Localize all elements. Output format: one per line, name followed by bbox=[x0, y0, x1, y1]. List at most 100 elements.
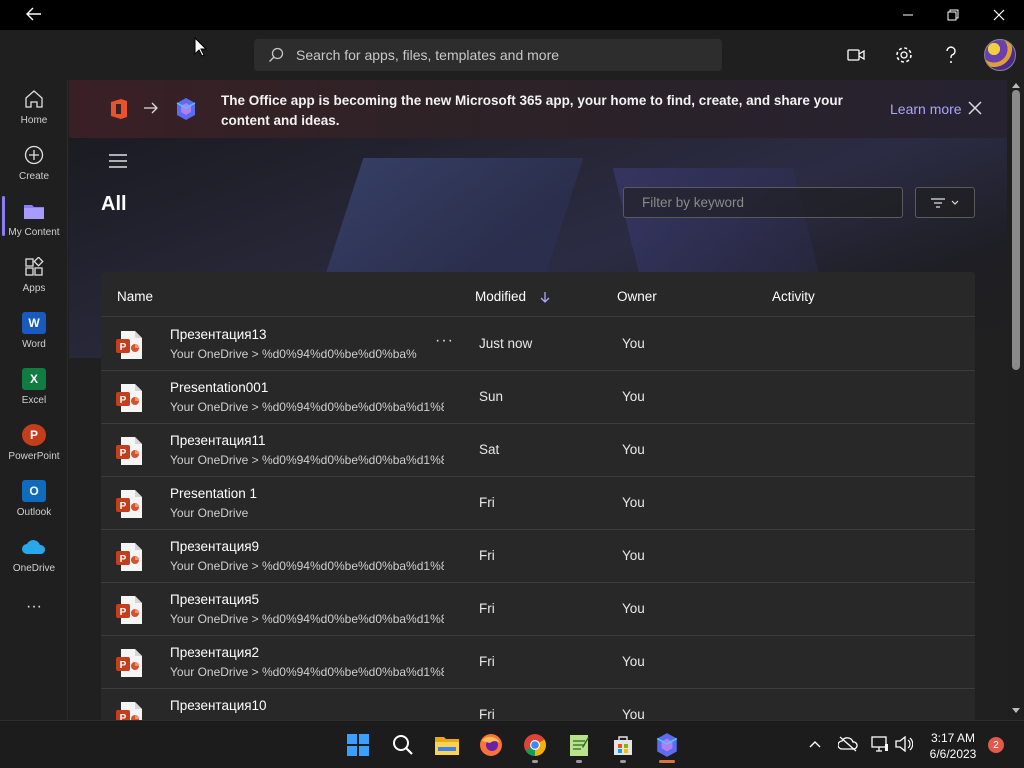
sidebar-item-label: Home bbox=[20, 115, 48, 126]
file-name[interactable]: Презентация10 bbox=[170, 698, 267, 713]
running-indicator bbox=[620, 760, 626, 763]
file-modified: Sat bbox=[479, 442, 500, 457]
filter-keyword-input[interactable]: Filter by keyword bbox=[623, 187, 903, 218]
close-window-button[interactable] bbox=[976, 0, 1022, 30]
table-row[interactable]: P Презентация13 Your OneDrive > %d0%94%d… bbox=[101, 318, 975, 371]
question-mark-icon bbox=[946, 46, 956, 63]
firefox-icon bbox=[480, 734, 502, 756]
chevron-up-icon[interactable] bbox=[809, 740, 821, 748]
sidebar-item-label: My Content bbox=[8, 227, 60, 238]
table-row[interactable]: P Презентация10 Fri You bbox=[101, 689, 975, 720]
sidebar-more-button[interactable]: ··· bbox=[0, 596, 68, 652]
back-button[interactable] bbox=[20, 0, 48, 28]
office-logo-icon bbox=[111, 99, 127, 119]
file-modified: Fri bbox=[479, 495, 495, 510]
mouse-cursor-icon bbox=[194, 37, 208, 57]
windows-logo-icon bbox=[347, 734, 369, 756]
clock-date: 6/6/2023 bbox=[929, 747, 977, 761]
minimize-button[interactable] bbox=[885, 0, 931, 30]
scrollbar[interactable] bbox=[1008, 80, 1024, 720]
sidebar-item-apps[interactable]: Apps bbox=[0, 248, 68, 304]
chrome-button[interactable] bbox=[521, 731, 549, 759]
file-name[interactable]: Презентация13 bbox=[170, 327, 267, 342]
help-button[interactable] bbox=[936, 40, 966, 70]
file-name[interactable]: Presentation 1 bbox=[170, 486, 257, 501]
file-modified: Just now bbox=[479, 336, 533, 351]
table-row[interactable]: P Presentation 1 Your OneDrive Fri You bbox=[101, 477, 975, 530]
search-icon bbox=[269, 47, 284, 62]
column-header-owner[interactable]: Owner bbox=[617, 289, 657, 304]
learn-more-link[interactable]: Learn more bbox=[890, 101, 962, 117]
powerpoint-file-icon: P bbox=[116, 596, 142, 624]
file-path: Your OneDrive bbox=[170, 506, 249, 520]
sidebar-item-word[interactable]: W Word bbox=[0, 304, 68, 360]
file-modified: Fri bbox=[479, 654, 495, 669]
table-row[interactable]: P Презентация9 Your OneDrive > %d0%94%d0… bbox=[101, 530, 975, 583]
more-icon: ··· bbox=[26, 598, 42, 615]
table-row[interactable]: P Презентация2 Your OneDrive > %d0%94%d0… bbox=[101, 636, 975, 689]
close-banner-icon[interactable] bbox=[967, 100, 983, 116]
file-name[interactable]: Presentation001 bbox=[170, 380, 268, 395]
search-input[interactable]: Search for apps, files, templates and mo… bbox=[296, 47, 559, 63]
scroll-up-arrow-icon[interactable] bbox=[1012, 82, 1020, 88]
powerpoint-file-icon: P bbox=[116, 384, 142, 412]
file-name[interactable]: Презентация5 bbox=[170, 592, 259, 607]
sidebar-item-onedrive[interactable]: OneDrive bbox=[0, 528, 68, 584]
microsoft-365-logo-icon bbox=[176, 98, 196, 120]
volume-icon[interactable] bbox=[895, 736, 913, 752]
start-button[interactable] bbox=[344, 731, 372, 759]
outlook-icon: O bbox=[22, 480, 46, 502]
column-header-activity[interactable]: Activity bbox=[772, 289, 815, 304]
table-row[interactable]: P Презентация5 Your OneDrive > %d0%94%d0… bbox=[101, 583, 975, 636]
file-owner: You bbox=[622, 654, 645, 669]
search-icon bbox=[393, 735, 413, 755]
file-path: Your OneDrive > %d0%94%d0%be%d0%ba%d1%8 bbox=[170, 612, 444, 626]
file-name[interactable]: Презентация2 bbox=[170, 645, 259, 660]
search-box[interactable]: Search for apps, files, templates and mo… bbox=[254, 39, 722, 71]
active-app-indicator bbox=[659, 760, 675, 763]
sidebar-item-outlook[interactable]: O Outlook bbox=[0, 472, 68, 528]
sidebar-item-label: Apps bbox=[22, 283, 46, 294]
system-clock[interactable]: 3:17 AM 6/6/2023 bbox=[922, 730, 984, 762]
top-bar: Search for apps, files, templates and mo… bbox=[0, 30, 1024, 80]
sidebar-item-powerpoint[interactable]: P PowerPoint bbox=[0, 416, 68, 472]
firefox-button[interactable] bbox=[477, 731, 505, 759]
file-name[interactable]: Презентация11 bbox=[170, 433, 266, 448]
sidebar-item-excel[interactable]: X Excel bbox=[0, 360, 68, 416]
file-name[interactable]: Презентация9 bbox=[170, 539, 259, 554]
hamburger-menu-icon[interactable] bbox=[109, 154, 127, 168]
meet-now-button[interactable] bbox=[841, 40, 871, 70]
scroll-down-arrow-icon[interactable] bbox=[1012, 708, 1020, 714]
filter-sort-button[interactable] bbox=[915, 187, 975, 218]
microsoft-365-taskbar-button[interactable] bbox=[653, 731, 681, 759]
file-explorer-button[interactable] bbox=[433, 731, 461, 759]
file-owner: You bbox=[622, 601, 645, 616]
network-icon[interactable] bbox=[871, 736, 889, 752]
notification-badge[interactable]: 2 bbox=[988, 737, 1004, 753]
folder-icon bbox=[24, 205, 44, 219]
scrollbar-thumb[interactable] bbox=[1012, 90, 1020, 370]
svg-text:P: P bbox=[120, 448, 127, 459]
column-header-modified[interactable]: Modified bbox=[475, 289, 526, 304]
onedrive-offline-icon[interactable] bbox=[838, 736, 858, 752]
sidebar-item-home[interactable]: Home bbox=[0, 80, 68, 136]
powerpoint-icon: P bbox=[22, 424, 46, 446]
table-row[interactable]: P Presentation001 Your OneDrive > %d0%94… bbox=[101, 371, 975, 424]
table-row[interactable]: P Презентация11 Your OneDrive > %d0%94%d… bbox=[101, 424, 975, 477]
file-owner: You bbox=[622, 389, 645, 404]
sidebar-item-label: Word bbox=[22, 339, 46, 350]
sidebar-item-create[interactable]: Create bbox=[0, 136, 68, 192]
file-path: Your OneDrive > %d0%94%d0%be%d0%ba% bbox=[170, 347, 417, 361]
column-header-name[interactable]: Name bbox=[117, 289, 153, 304]
running-indicator bbox=[576, 760, 582, 763]
notepad-plus-button[interactable] bbox=[565, 731, 593, 759]
microsoft-store-button[interactable] bbox=[609, 731, 637, 759]
user-avatar[interactable] bbox=[984, 39, 1016, 71]
taskbar-search-button[interactable] bbox=[389, 731, 417, 759]
restore-button[interactable] bbox=[930, 0, 976, 30]
svg-text:P: P bbox=[120, 342, 127, 353]
settings-button[interactable] bbox=[889, 40, 919, 70]
apps-icon bbox=[25, 257, 44, 276]
more-options-button[interactable]: ··· bbox=[435, 332, 454, 350]
sidebar-item-my-content[interactable]: My Content bbox=[0, 192, 68, 248]
